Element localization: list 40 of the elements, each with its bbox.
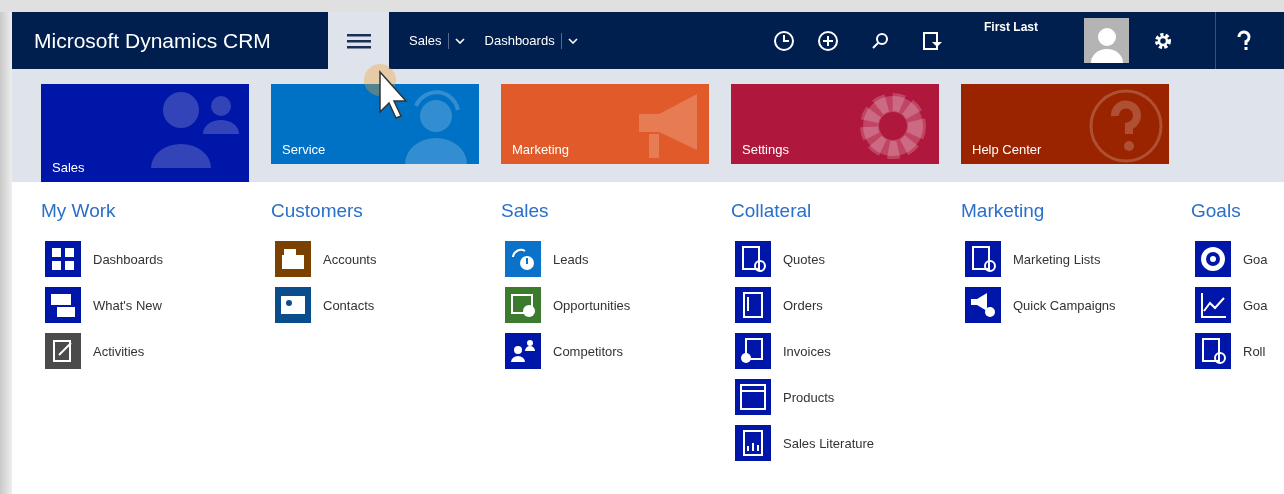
- nav-link[interactable]: Goa: [1191, 236, 1284, 282]
- app-tile[interactable]: Marketing: [501, 84, 709, 164]
- user-name[interactable]: First Last: [984, 20, 1084, 34]
- chevron-down-icon: [567, 37, 578, 44]
- nav-link[interactable]: Marketing Lists: [961, 236, 1191, 282]
- app-tile[interactable]: Help Center: [961, 84, 1169, 164]
- nav-link[interactable]: Accounts: [271, 236, 501, 282]
- clock-icon[interactable]: [772, 28, 796, 53]
- nav-link[interactable]: Products: [731, 374, 961, 420]
- nav-link[interactable]: Goa: [1191, 282, 1284, 328]
- nav-link[interactable]: Opportunities: [501, 282, 731, 328]
- plus-icon[interactable]: [816, 28, 840, 53]
- app-title: Microsoft Dynamics CRM: [33, 28, 272, 53]
- group-heading: Collateral: [731, 200, 813, 222]
- group-heading: Goals: [1191, 200, 1242, 222]
- menu-button[interactable]: [328, 12, 389, 69]
- group-heading: Customers: [271, 200, 364, 222]
- menu-icon: [346, 31, 371, 50]
- nav-link[interactable]: Invoices: [731, 328, 961, 374]
- group-heading: My Work: [41, 200, 117, 222]
- nav-link[interactable]: Orders: [731, 282, 961, 328]
- nav-link[interactable]: Roll: [1191, 328, 1284, 374]
- nav-link[interactable]: Dashboards: [41, 236, 271, 282]
- nav-menu[interactable]: Sales: [409, 32, 465, 49]
- nav-link[interactable]: Leads: [501, 236, 731, 282]
- nav-link[interactable]: Quotes: [731, 236, 961, 282]
- group-heading: Marketing: [961, 200, 1046, 222]
- group-heading: Sales: [501, 200, 550, 222]
- app-tile[interactable]: Service: [271, 84, 479, 164]
- nav-menu[interactable]: Dashboards: [484, 32, 578, 49]
- chevron-down-icon: [454, 37, 465, 44]
- nav-link[interactable]: What's New: [41, 282, 271, 328]
- app-tile[interactable]: Sales: [41, 84, 249, 182]
- nav-link[interactable]: Sales Literature: [731, 420, 961, 466]
- app-tile[interactable]: Settings: [731, 84, 939, 164]
- nav-link[interactable]: Contacts: [271, 282, 501, 328]
- nav-link[interactable]: Activities: [41, 328, 271, 374]
- nav-link[interactable]: Competitors: [501, 328, 731, 374]
- question-icon: [1087, 88, 1165, 164]
- nav-link[interactable]: Quick Campaigns: [961, 282, 1191, 328]
